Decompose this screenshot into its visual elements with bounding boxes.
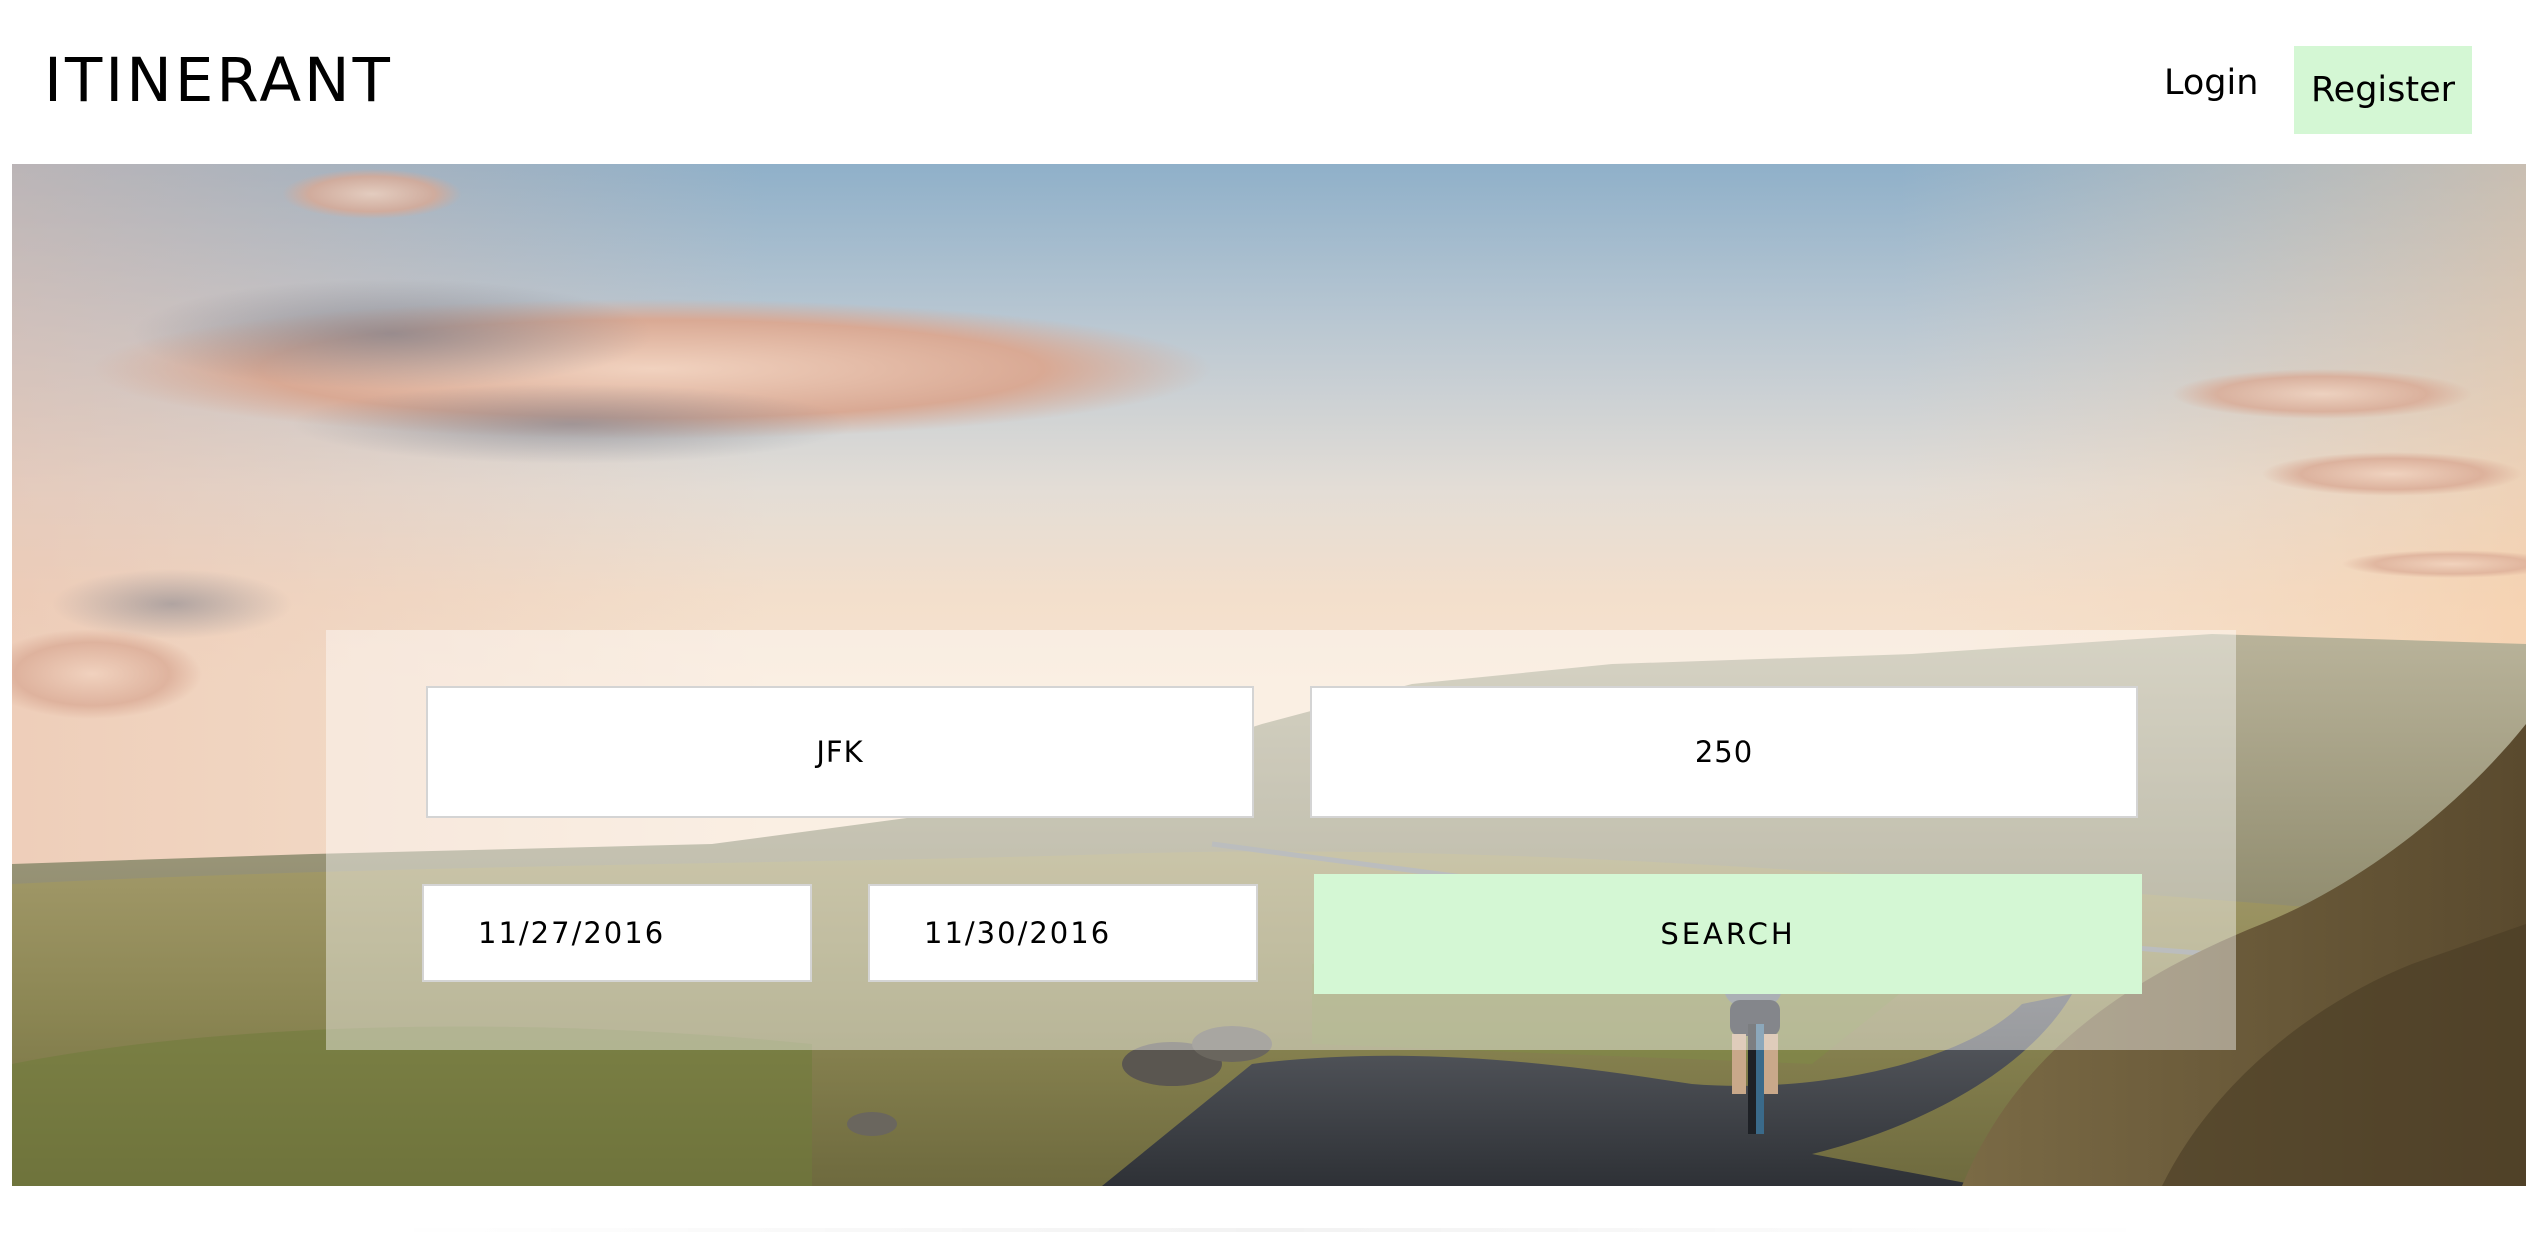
search-button[interactable]: SEARCH [1314, 874, 2142, 994]
trip-search-form: SEARCH [326, 630, 2236, 1050]
top-navbar: ITINERANT Login Register [0, 0, 2536, 164]
content-divider [380, 1228, 2160, 1232]
return-date-input[interactable] [868, 884, 1258, 982]
page: ITINERANT Login Register JFK 250 11/27/2… [0, 0, 2536, 1234]
hero-banner: SEARCH [12, 164, 2526, 1186]
depart-date-input[interactable] [422, 884, 812, 982]
login-link[interactable]: Login [2164, 66, 2258, 101]
origin-airport-input[interactable] [426, 686, 1254, 818]
budget-input[interactable] [1310, 686, 2138, 818]
site-logo[interactable]: ITINERANT [44, 50, 393, 111]
register-button[interactable]: Register [2294, 46, 2472, 134]
